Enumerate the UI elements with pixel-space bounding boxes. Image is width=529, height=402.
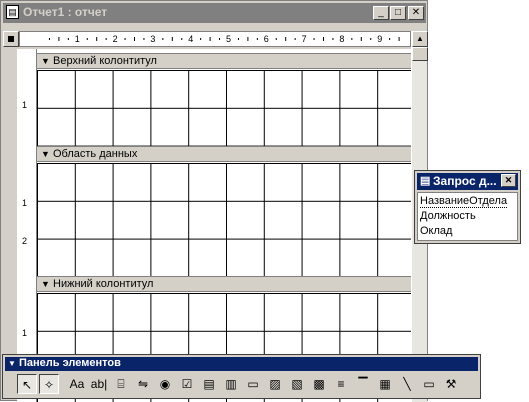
ruler-number: 1 [22,198,28,208]
combo-box-icon[interactable]: ▤ [199,374,219,394]
field-list-body: НазваниеОтдела Должность Оклад [417,192,518,241]
ruler-number: 7 [301,34,307,44]
page-break-icon[interactable]: ≡ [331,374,351,394]
scroll-thumb[interactable] [412,47,428,61]
page-header-grid[interactable] [37,70,411,146]
ruler-corner-select-report[interactable] [3,31,19,47]
section-arrow-icon: ▼ [41,56,50,66]
control-wizards-icon[interactable]: ✧ [39,374,59,394]
ruler-number: 1 [22,328,28,338]
ruler-number: 4 [188,34,194,44]
option-button-icon[interactable]: ◉ [155,374,175,394]
field-item[interactable]: НазваниеОтдела [420,195,508,208]
horizontal-ruler[interactable]: 1 2 3 4 5 6 7 8 9 [19,31,411,47]
field-list-title: Запрос д... [433,174,497,188]
section-arrow-icon: ▼ [41,149,50,159]
field-list-window: ▤ Запрос д... ✕ НазваниеОтдела Должность… [414,170,521,244]
page-header-section-bar[interactable]: ▼ Верхний колонтитул [37,53,411,69]
detail-label: Область данных [53,148,138,160]
ruler-number: 5 [226,34,232,44]
minimize-button[interactable]: _ [373,6,389,20]
ruler-number: 3 [150,34,156,44]
report-design-window: ▤ Отчет1 : отчет _ □ ✕ 1 2 3 4 5 6 7 8 9 1 1 2 1 ▼ … [0,0,428,402]
report-design-area[interactable]: ▼ Верхний колонтитул ▼ Область данных ▼ … [37,49,411,402]
list-icon: ▤ [420,175,431,187]
field-item[interactable]: Должность [420,210,476,222]
maximize-button[interactable]: □ [390,6,406,20]
select-objects-icon[interactable]: ↖ [17,374,37,394]
unbound-object-frame-icon[interactable]: ▧ [287,374,307,394]
bound-object-frame-icon[interactable]: ▩ [309,374,329,394]
toolbox-menu-arrow-icon: ▼ [8,359,16,368]
close-button[interactable]: ✕ [408,6,424,20]
toolbox-window: ▼ Панель элементов ↖ ✧ Aa ab| ⌸ ⇋ ◉ ☑ ▤ ▥ ▭ ▨ ▧ ▩ ≡ ▔ ▦ ╲… [2,354,481,399]
text-box-icon[interactable]: ab| [89,374,109,394]
toggle-button-icon[interactable]: ⇋ [133,374,153,394]
list-box-icon[interactable]: ▥ [221,374,241,394]
detail-section-bar[interactable]: ▼ Область данных [37,146,411,162]
more-controls-icon[interactable]: ⚒ [441,374,461,394]
page-header-label: Верхний колонтитул [53,55,157,67]
scroll-up-button[interactable]: ▲ [412,31,428,47]
ruler-number: 9 [377,34,383,44]
field-item[interactable]: Оклад [420,225,452,237]
ruler-number: 6 [263,34,269,44]
toolbox-title: Панель элементов [19,357,121,369]
report-titlebar[interactable]: ▤ Отчет1 : отчет _ □ ✕ [3,3,426,23]
toolbox-titlebar[interactable]: ▼ Панель элементов [5,357,478,371]
ruler-number: 8 [339,34,345,44]
label-icon[interactable]: Aa [67,374,87,394]
field-list-close-button[interactable]: ✕ [501,174,516,187]
rectangle-icon[interactable]: ▭ [419,374,439,394]
report-icon: ▤ [6,5,19,19]
command-button-icon[interactable]: ▭ [243,374,263,394]
check-box-icon[interactable]: ☑ [177,374,197,394]
page-footer-section-bar[interactable]: ▼ Нижний колонтитул [37,276,411,292]
section-arrow-icon: ▼ [41,279,50,289]
ruler-number: 1 [22,100,28,110]
field-list-titlebar[interactable]: ▤ Запрос д... ✕ [417,173,518,190]
ruler-number: 1 [74,34,80,44]
vertical-ruler[interactable]: 1 1 2 1 [17,49,37,402]
ruler-number: 2 [22,236,28,246]
subform-icon[interactable]: ▦ [375,374,395,394]
option-group-icon[interactable]: ⌸ [111,374,131,394]
ruler-number: 2 [112,34,118,44]
detail-grid[interactable] [37,163,411,276]
tab-control-icon[interactable]: ▔ [353,374,373,394]
line-icon[interactable]: ╲ [397,374,417,394]
window-title: Отчет1 : отчет [23,5,108,19]
image-icon[interactable]: ▨ [265,374,285,394]
page-footer-label: Нижний колонтитул [53,278,154,290]
